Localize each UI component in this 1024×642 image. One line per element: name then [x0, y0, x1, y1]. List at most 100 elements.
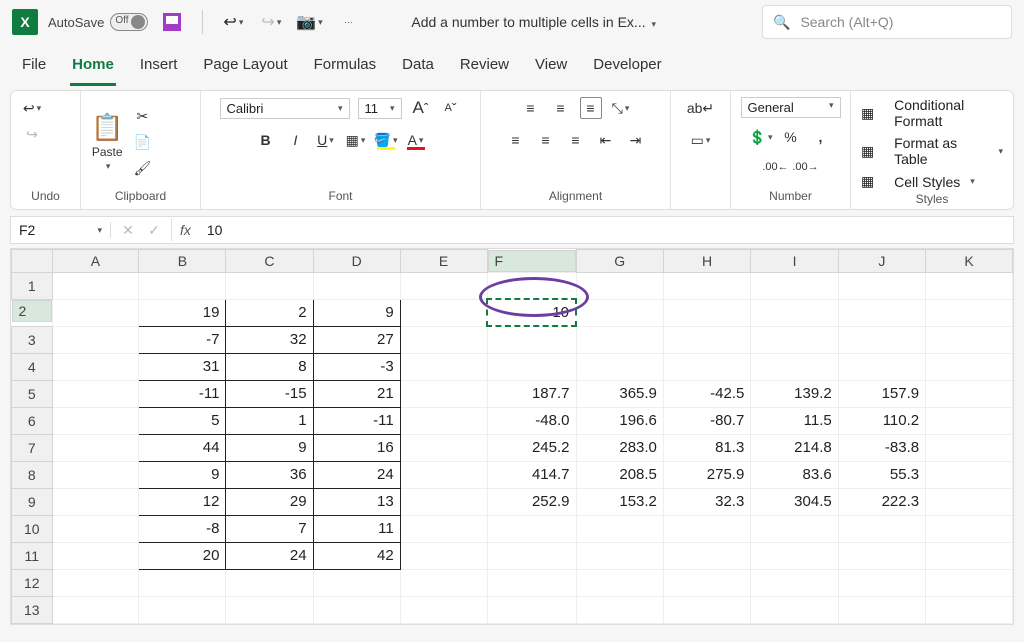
- tab-page-layout[interactable]: Page Layout: [201, 50, 289, 86]
- cell-K6[interactable]: [926, 407, 1013, 434]
- cell-K9[interactable]: [926, 488, 1013, 515]
- font-name-select[interactable]: Calibri▾: [220, 98, 350, 119]
- tab-formulas[interactable]: Formulas: [312, 50, 379, 86]
- cell-G7[interactable]: 283.0: [576, 434, 663, 461]
- cell-G12[interactable]: [576, 569, 663, 596]
- column-header-J[interactable]: J: [838, 250, 925, 273]
- font-color-button[interactable]: A▾: [405, 129, 427, 151]
- cell-B12[interactable]: [139, 569, 226, 596]
- paste-button[interactable]: 📋 Paste▾: [91, 112, 123, 172]
- enter-formula-button[interactable]: ✓: [143, 219, 165, 241]
- align-left-button[interactable]: ≡: [505, 129, 527, 151]
- cell-K3[interactable]: [926, 326, 1013, 353]
- cell-I6[interactable]: 11.5: [751, 407, 838, 434]
- align-right-button[interactable]: ≡: [565, 129, 587, 151]
- cell-K8[interactable]: [926, 461, 1013, 488]
- cell-K5[interactable]: [926, 380, 1013, 407]
- cell-F3[interactable]: [487, 326, 576, 353]
- cut-button[interactable]: ✂: [131, 105, 153, 127]
- cell-K2[interactable]: [926, 299, 1013, 326]
- cell-H6[interactable]: -80.7: [663, 407, 750, 434]
- align-middle-button[interactable]: ≡: [550, 97, 572, 119]
- cell-B7[interactable]: 44: [139, 434, 226, 461]
- cell-I3[interactable]: [751, 326, 838, 353]
- cell-D12[interactable]: [313, 569, 400, 596]
- cell-F11[interactable]: [487, 542, 576, 569]
- column-header-A[interactable]: A: [52, 250, 139, 273]
- cell-D2[interactable]: 9: [313, 299, 400, 326]
- cell-D6[interactable]: -11: [313, 407, 400, 434]
- cell-H9[interactable]: 32.3: [663, 488, 750, 515]
- cell-G3[interactable]: [576, 326, 663, 353]
- cell-I2[interactable]: [751, 299, 838, 326]
- cell-A6[interactable]: [52, 407, 139, 434]
- cell-F13[interactable]: [487, 596, 576, 623]
- cell-J6[interactable]: 110.2: [838, 407, 925, 434]
- row-header-5[interactable]: 5: [12, 380, 53, 407]
- cell-J8[interactable]: 55.3: [838, 461, 925, 488]
- cell-A4[interactable]: [52, 353, 139, 380]
- cell-K11[interactable]: [926, 542, 1013, 569]
- merge-center-button[interactable]: ▭▾: [690, 129, 712, 151]
- cell-C6[interactable]: 1: [226, 407, 313, 434]
- row-header-12[interactable]: 12: [12, 569, 53, 596]
- cell-C5[interactable]: -15: [226, 380, 313, 407]
- cell-D3[interactable]: 27: [313, 326, 400, 353]
- wrap-text-button[interactable]: ab↵: [690, 97, 712, 119]
- cell-J1[interactable]: [838, 272, 925, 299]
- row-header-8[interactable]: 8: [12, 461, 53, 488]
- column-header-K[interactable]: K: [926, 250, 1013, 273]
- cell-C13[interactable]: [226, 596, 313, 623]
- copy-button[interactable]: 📄: [131, 131, 153, 153]
- cell-D1[interactable]: [313, 272, 400, 299]
- cell-I11[interactable]: [751, 542, 838, 569]
- column-header-F[interactable]: F: [488, 250, 576, 272]
- cell-H4[interactable]: [663, 353, 750, 380]
- cell-F1[interactable]: [487, 272, 576, 299]
- cell-F9[interactable]: 252.9: [487, 488, 576, 515]
- cell-B9[interactable]: 12: [139, 488, 226, 515]
- cell-H12[interactable]: [663, 569, 750, 596]
- decrease-font-button[interactable]: Aˇ: [440, 97, 462, 119]
- cell-J12[interactable]: [838, 569, 925, 596]
- cell-A7[interactable]: [52, 434, 139, 461]
- align-center-button[interactable]: ≡: [535, 129, 557, 151]
- row-header-7[interactable]: 7: [12, 434, 53, 461]
- cell-G4[interactable]: [576, 353, 663, 380]
- conditional-formatting-button[interactable]: ▦ Conditional Formatt: [861, 97, 1003, 129]
- row-header-4[interactable]: 4: [12, 353, 53, 380]
- cell-E9[interactable]: [400, 488, 487, 515]
- comma-format-button[interactable]: ,: [810, 126, 832, 148]
- cell-F4[interactable]: [487, 353, 576, 380]
- cell-C3[interactable]: 32: [226, 326, 313, 353]
- cell-F10[interactable]: [487, 515, 576, 542]
- cell-E2[interactable]: [400, 299, 487, 326]
- row-header-11[interactable]: 11: [12, 542, 53, 569]
- tab-insert[interactable]: Insert: [138, 50, 180, 86]
- cell-B11[interactable]: 20: [139, 542, 226, 569]
- cell-C7[interactable]: 9: [226, 434, 313, 461]
- cell-I10[interactable]: [751, 515, 838, 542]
- row-header-2[interactable]: 2: [12, 300, 52, 322]
- column-header-H[interactable]: H: [663, 250, 750, 273]
- cell-I1[interactable]: [751, 272, 838, 299]
- cell-H5[interactable]: -42.5: [663, 380, 750, 407]
- percent-format-button[interactable]: %: [780, 126, 802, 148]
- cell-B13[interactable]: [139, 596, 226, 623]
- cell-E6[interactable]: [400, 407, 487, 434]
- align-bottom-button[interactable]: ≡: [580, 97, 602, 119]
- cell-E3[interactable]: [400, 326, 487, 353]
- cell-G13[interactable]: [576, 596, 663, 623]
- column-header-D[interactable]: D: [313, 250, 400, 273]
- cell-E8[interactable]: [400, 461, 487, 488]
- row-header-3[interactable]: 3: [12, 326, 53, 353]
- cell-I12[interactable]: [751, 569, 838, 596]
- fill-color-button[interactable]: 🪣▾: [375, 129, 397, 151]
- cell-H11[interactable]: [663, 542, 750, 569]
- cell-B1[interactable]: [139, 272, 226, 299]
- tab-file[interactable]: File: [20, 50, 48, 86]
- cell-F2[interactable]: 10: [487, 299, 576, 326]
- cell-I4[interactable]: [751, 353, 838, 380]
- cell-B2[interactable]: 19: [139, 299, 226, 326]
- fx-icon[interactable]: fx: [172, 222, 199, 238]
